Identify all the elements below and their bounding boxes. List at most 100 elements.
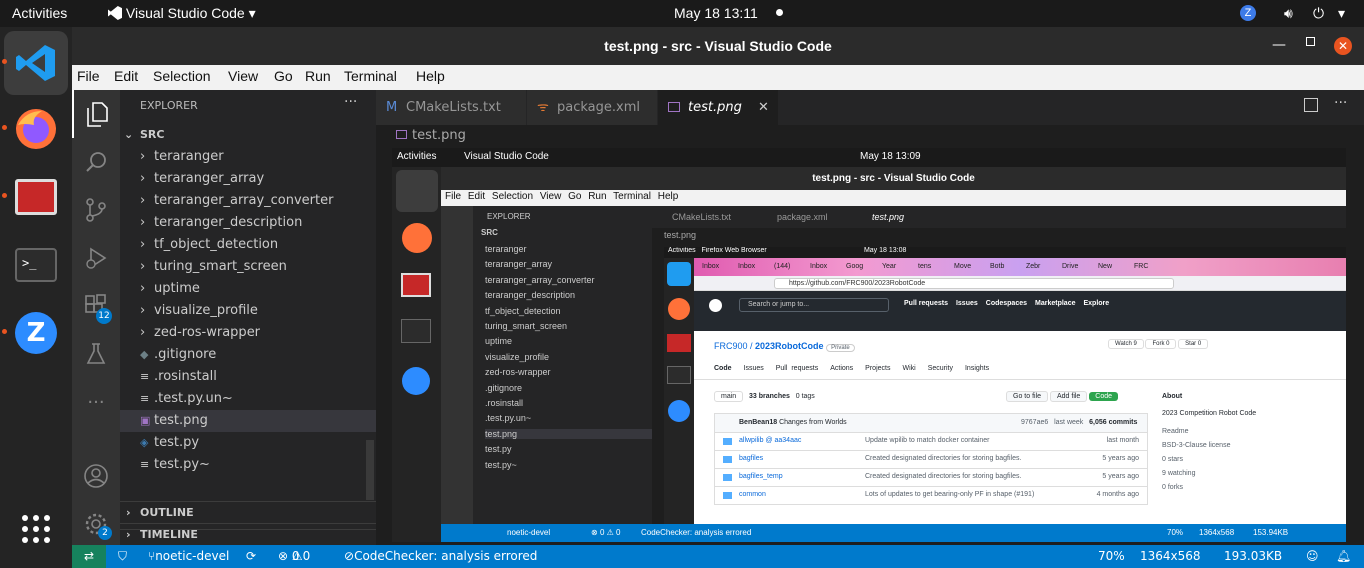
notifications-bell-icon[interactable]: 🔔︎: [1336, 545, 1351, 568]
dock-vscode[interactable]: [4, 31, 68, 95]
explorer-icon[interactable]: [72, 90, 120, 138]
notification-dot-icon: [776, 9, 783, 16]
feedback-icon[interactable]: ☺: [1306, 545, 1319, 568]
minimize-button[interactable]: —: [1272, 37, 1286, 53]
ff-tab: FRC: [1134, 263, 1149, 270]
accounts-icon[interactable]: [72, 452, 120, 500]
folder-icon: [723, 456, 732, 463]
timeline-section[interactable]: › TIMELINE: [120, 523, 376, 545]
menu-file[interactable]: File: [77, 68, 100, 84]
branch-indicator[interactable]: ⑂ noetic-devel: [148, 545, 229, 568]
tab-test-png[interactable]: test.png ✕: [658, 90, 778, 125]
power-icon[interactable]: ⏻: [1313, 5, 1324, 22]
firefox-icon: [16, 109, 56, 149]
tree-item-label: test.png: [154, 413, 208, 428]
problems-indicator[interactable]: ⊗ 0 ⚠ 0: [278, 545, 310, 568]
search-icon[interactable]: [72, 138, 120, 186]
remote-indicator-icon[interactable]: ⇄: [72, 545, 106, 568]
git-diamond-icon: ◆: [140, 348, 149, 361]
chevron-down-icon[interactable]: ▾: [1338, 5, 1345, 22]
outline-section[interactable]: › OUTLINE: [120, 501, 376, 523]
file-item[interactable]: ≡ test.py~: [120, 454, 376, 476]
menu-selection[interactable]: Selection: [153, 68, 211, 84]
folder-item[interactable]: › teraranger_description: [120, 212, 376, 234]
folder-item[interactable]: › teraranger_array_converter: [120, 190, 376, 212]
app-menu[interactable]: Visual Studio Code ▾: [108, 5, 256, 22]
gh-about-item: BSD-3-Clause license: [1162, 442, 1231, 449]
shield-icon[interactable]: ⛉: [118, 545, 127, 568]
show-apps-button[interactable]: [4, 497, 68, 561]
file-item[interactable]: ▣ test.png: [120, 410, 376, 432]
ff-dock: [664, 258, 694, 530]
file-lines-icon: ≡: [140, 392, 150, 405]
vscode-icon: [108, 6, 122, 20]
gh-repo-tab: Wiki: [902, 365, 916, 372]
folder-item[interactable]: › teraranger: [120, 146, 376, 168]
dock-zoom[interactable]: Z: [4, 301, 68, 365]
close-button[interactable]: ✕: [1334, 37, 1352, 55]
nested-tree-item: uptime: [485, 336, 513, 347]
terminal-red-icon: [15, 179, 57, 215]
file-lines-icon: ≡: [140, 458, 150, 471]
nested-tree-item: test.png: [485, 428, 652, 439]
maximize-button[interactable]: [1306, 37, 1315, 46]
menu-go[interactable]: Go: [274, 68, 293, 84]
editor-more-icon[interactable]: ···: [1334, 95, 1347, 111]
close-tab-icon[interactable]: ✕: [758, 90, 769, 125]
folder-item[interactable]: › visualize_profile: [120, 300, 376, 322]
folder-src[interactable]: ⌄ SRC: [120, 124, 376, 146]
clock[interactable]: May 18 13:11: [674, 5, 758, 21]
nested-tree-item: teraranger: [485, 244, 527, 254]
vscode-icon: [396, 170, 438, 212]
file-item[interactable]: ◆ .gitignore: [120, 344, 376, 366]
file-lines-icon: ≡: [140, 370, 150, 383]
nested-tree-item: .test.py.un~: [485, 413, 532, 424]
ff-tab: New: [1098, 263, 1113, 270]
tab-package-xml[interactable]: ᯤ package.xml: [527, 90, 657, 125]
folder-item[interactable]: › zed-ros-wrapper: [120, 322, 376, 344]
zoom-tray-icon[interactable]: Z: [1240, 5, 1256, 21]
ff-urlbar: https://github.com/FRC900/2023RobotCode: [694, 276, 1346, 291]
zoom-icon: [402, 367, 430, 395]
file-item[interactable]: ≡ .rosinstall: [120, 366, 376, 388]
ff-tab: Botb: [990, 263, 1005, 270]
activities-button[interactable]: Activities: [12, 5, 67, 21]
folder-item[interactable]: › tf_object_detection: [120, 234, 376, 256]
dock-app-red[interactable]: [4, 165, 68, 229]
dock-firefox[interactable]: [4, 97, 68, 161]
nested-tree-item: turing_smart_screen: [485, 321, 568, 331]
testing-icon[interactable]: [72, 330, 120, 378]
menu-view[interactable]: View: [228, 68, 258, 84]
split-editor-icon[interactable]: [1304, 98, 1318, 112]
sidebar-scrollbar[interactable]: [366, 440, 374, 500]
explorer-more-icon[interactable]: ···: [344, 94, 357, 110]
file-item[interactable]: ◈ test.py: [120, 432, 376, 454]
folder-item[interactable]: › turing_smart_screen: [120, 256, 376, 278]
file-item[interactable]: ≡ .test.py.un~: [120, 388, 376, 410]
volume-icon[interactable]: 🔊︎: [1284, 5, 1293, 22]
zoom-level[interactable]: 70%: [1098, 545, 1125, 568]
menu-terminal[interactable]: Terminal: [344, 68, 397, 84]
folder-item[interactable]: › teraranger_array: [120, 168, 376, 190]
nested-tree-item: test.py: [485, 444, 512, 455]
more-icon[interactable]: ···: [72, 378, 120, 426]
menu-edit[interactable]: Edit: [114, 68, 138, 84]
extensions-icon[interactable]: 12: [72, 282, 120, 330]
sync-icon[interactable]: ⟳: [246, 545, 256, 568]
menu-help[interactable]: Help: [416, 68, 445, 84]
gh-repo-tab: Projects: [865, 365, 891, 372]
breadcrumb[interactable]: test.png: [396, 128, 466, 143]
ff-tab: tens: [918, 263, 932, 270]
folder-item[interactable]: › uptime: [120, 278, 376, 300]
tab-cmakelists[interactable]: M CMakeLists.txt: [376, 90, 526, 125]
gh-about-item: 0 forks: [1162, 484, 1184, 491]
tree-item-label: teraranger_array: [154, 171, 265, 186]
dock-terminal[interactable]: >_: [4, 233, 68, 297]
gh-file-row: allwpilib @ aa34aac Update wpilib to matc…: [714, 433, 1148, 451]
run-debug-icon[interactable]: [72, 234, 120, 282]
settings-gear-icon[interactable]: 2: [72, 500, 120, 548]
rss-file-icon: ᯤ: [537, 100, 549, 115]
menu-run[interactable]: Run: [305, 68, 331, 84]
codechecker-status[interactable]: ⊘ CodeChecker: analysis errored: [344, 545, 537, 568]
source-control-icon[interactable]: [72, 186, 120, 234]
